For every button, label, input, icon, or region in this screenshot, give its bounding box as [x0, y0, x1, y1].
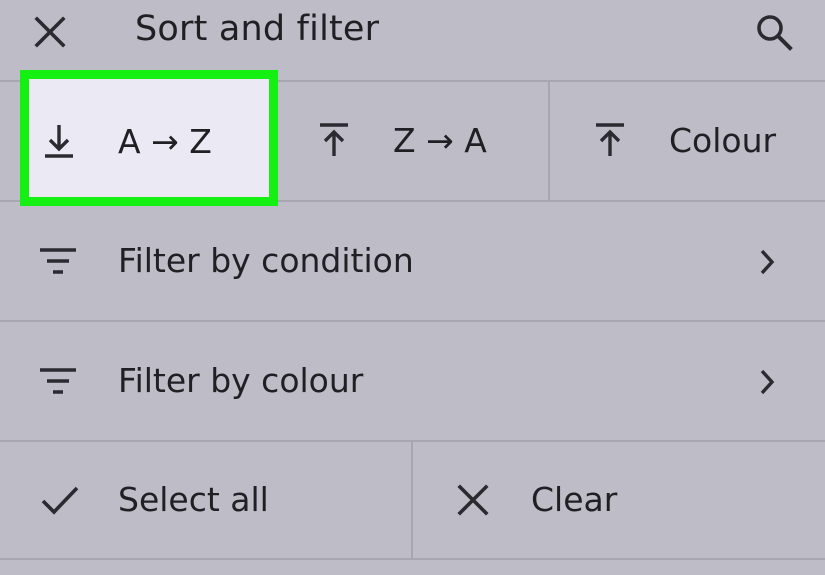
search-icon [757, 15, 793, 51]
close-button[interactable] [26, 8, 74, 56]
filter-by-colour-item[interactable]: Filter by colour [0, 322, 825, 440]
close-icon [453, 480, 493, 520]
sort-a-to-z-button[interactable]: A → Z [20, 70, 278, 206]
clear-button[interactable]: Clear [413, 442, 825, 558]
sheet-header: Sort and filter [0, 0, 825, 80]
clear-label: Clear [531, 480, 618, 519]
sort-z-to-a-button[interactable]: Z → A [278, 82, 548, 200]
filter-lines-icon [38, 362, 78, 400]
close-icon [34, 16, 66, 48]
search-button[interactable] [748, 6, 800, 58]
filter-by-condition-item[interactable]: Filter by condition [0, 202, 825, 320]
select-all-label: Select all [118, 480, 269, 519]
check-icon [40, 480, 80, 520]
sort-upload-icon [316, 122, 352, 158]
sort-by-colour-button[interactable]: Colour [550, 82, 825, 200]
divider [0, 558, 825, 560]
filter-by-colour-label: Filter by colour [118, 361, 364, 400]
page-title: Sort and filter [135, 9, 380, 49]
chevron-right-icon [752, 366, 782, 398]
sort-download-icon [41, 123, 77, 159]
sort-upload-icon [592, 122, 628, 158]
sort-z-to-a-label: Z → A [393, 121, 487, 160]
filter-by-condition-label: Filter by condition [118, 241, 414, 280]
sort-a-to-z-label: A → Z [118, 122, 212, 161]
filter-lines-icon [38, 242, 78, 280]
chevron-right-icon [752, 246, 782, 278]
select-all-button[interactable]: Select all [0, 442, 411, 558]
sort-by-colour-label: Colour [669, 121, 777, 160]
